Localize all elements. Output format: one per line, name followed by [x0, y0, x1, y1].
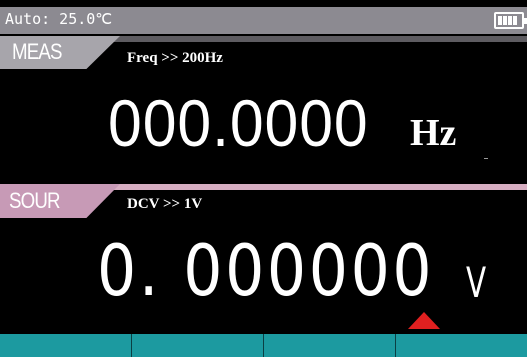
meas-unit: Hz: [410, 112, 457, 154]
softkey-2[interactable]: [132, 334, 264, 357]
meas-reading: 000.0000: [108, 86, 369, 160]
softkey-3[interactable]: [264, 334, 396, 357]
sour-value[interactable]: 0. 000000: [97, 236, 434, 306]
softkey-4[interactable]: [396, 334, 527, 357]
meas-tab-label: MEAS: [12, 39, 62, 64]
battery-icon: [494, 12, 527, 29]
sour-function-label: DCV >> 1V: [127, 196, 203, 212]
softkey-bar: [0, 334, 527, 357]
instrument-screen: Auto: 25.0℃ MEAS Freq >> 200Hz 000.0000 …: [0, 0, 527, 357]
sour-unit: V: [466, 258, 487, 307]
softkey-1[interactable]: [0, 334, 132, 357]
status-bar: Auto: 25.0℃: [0, 7, 527, 34]
display-artifact: [484, 158, 488, 159]
meas-function-label: Freq >> 200Hz: [127, 50, 223, 66]
digit-cursor-arrow-icon: [408, 312, 440, 329]
sour-tab-label: SOUR: [9, 188, 60, 213]
temperature-status: Auto: 25.0℃: [5, 10, 113, 28]
